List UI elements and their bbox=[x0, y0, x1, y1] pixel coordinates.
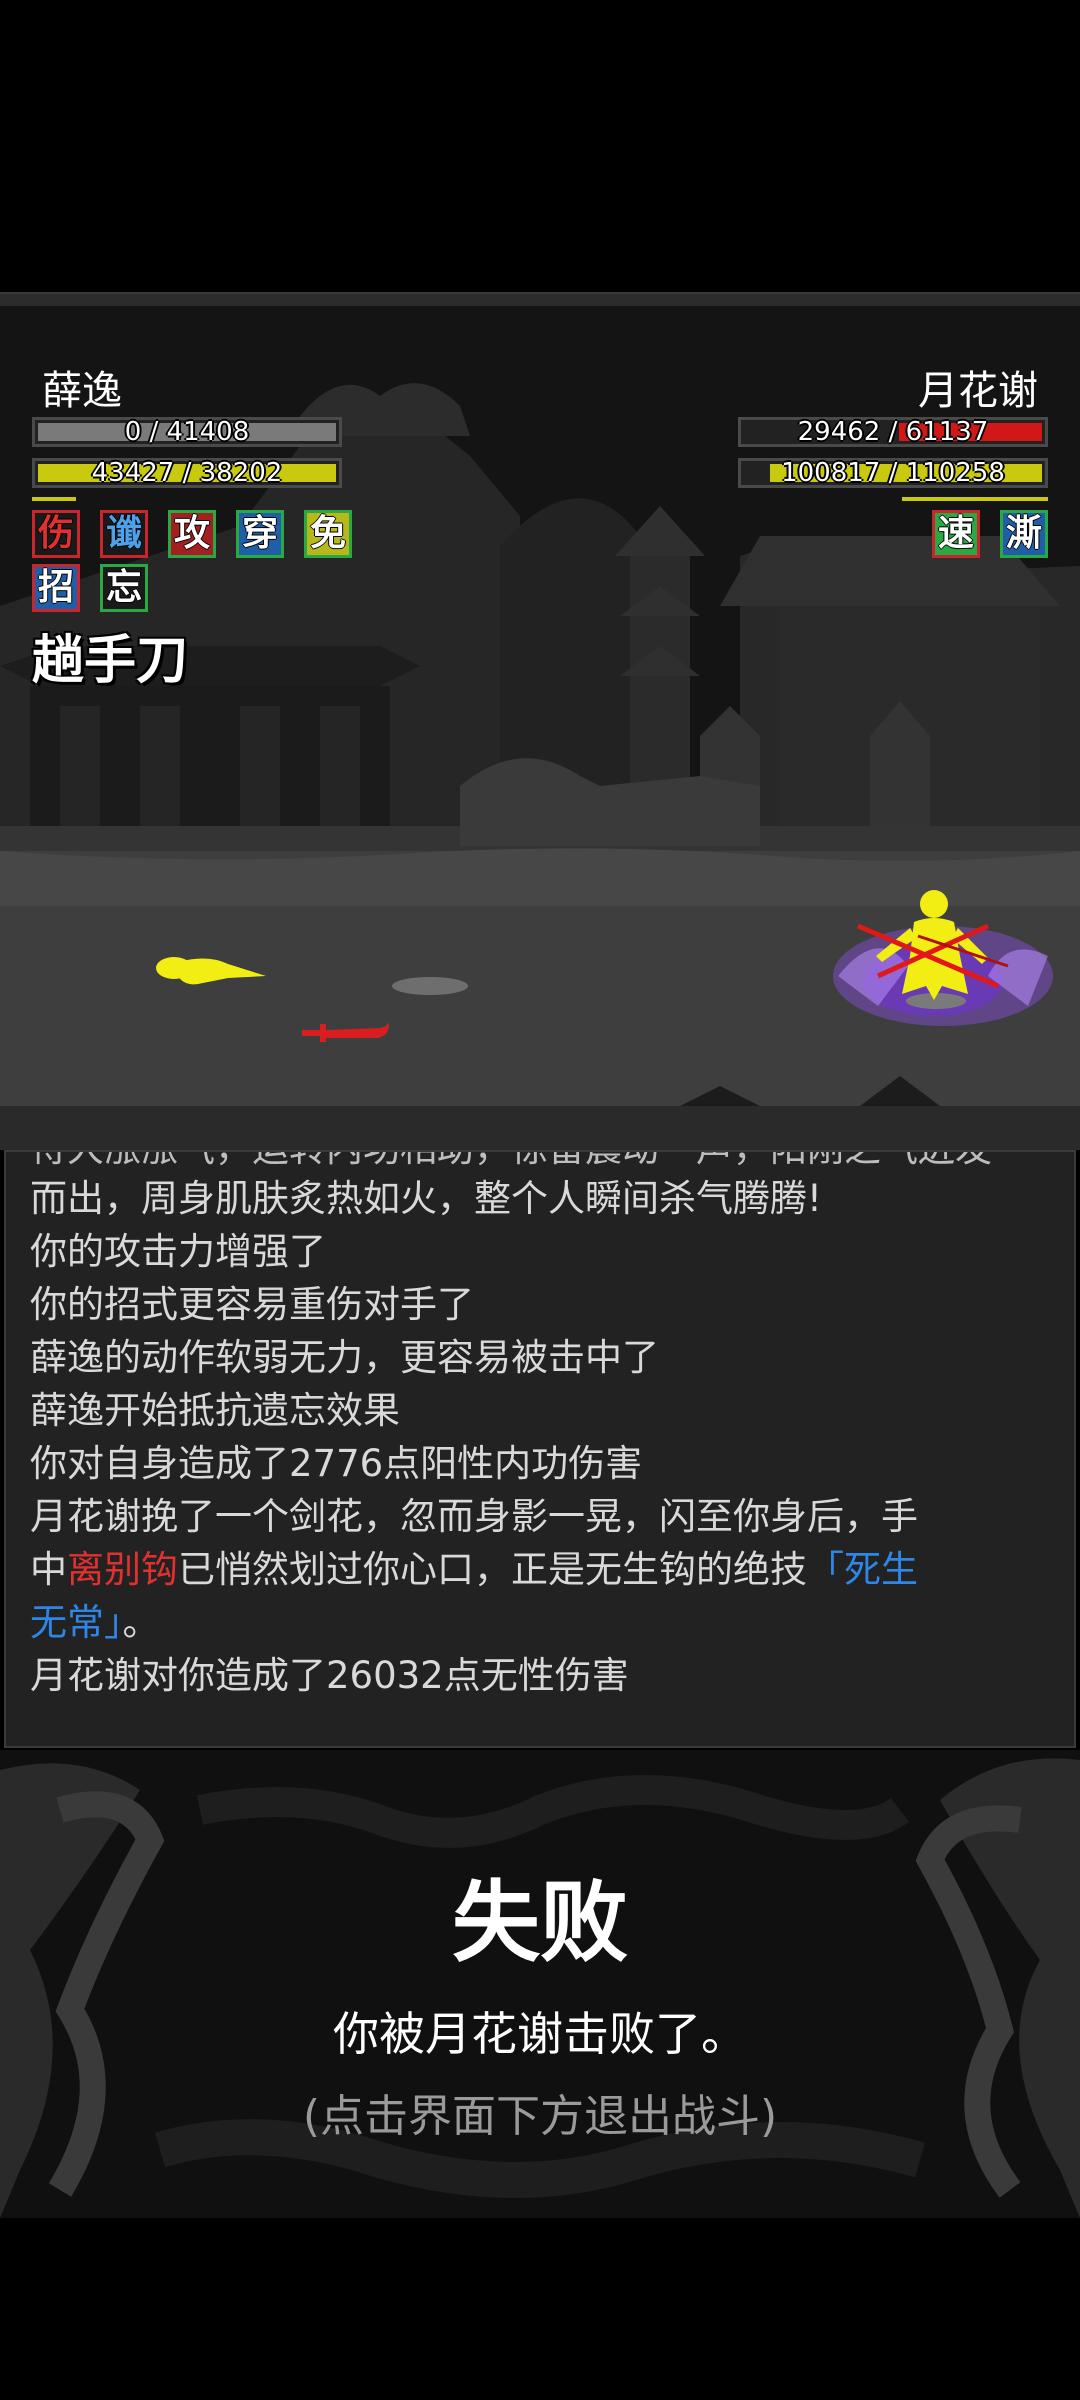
log-text: 已悄然划过你心口，正是无生钩的绝技 bbox=[178, 1548, 807, 1591]
status-tag-speed[interactable]: 速 bbox=[932, 510, 980, 558]
log-line-rich: 中离别钩已悄然划过你心口，正是无生钩的绝技「死生 bbox=[30, 1543, 918, 1596]
log-line: 你的攻击力增强了 bbox=[30, 1230, 326, 1273]
enemy-mp-bar: 100817 / 110258 bbox=[738, 458, 1048, 488]
status-tag-dissipate[interactable]: 澌 bbox=[1000, 510, 1048, 558]
battle-log[interactable]: 待大涨涨气，运转内功相助，惊雷震动一声，阳刚之气迸发 而出，周身肌肤炙热如火，整… bbox=[4, 1150, 1076, 1748]
result-title: 失败 bbox=[451, 1870, 628, 1974]
status-tag-immune[interactable]: 免 bbox=[304, 510, 352, 558]
tag-char: 澌 bbox=[1005, 512, 1042, 554]
enemy-hp-text: 29462 / 61137 bbox=[797, 417, 989, 447]
status-tag-forget[interactable]: 忘 bbox=[100, 564, 148, 612]
result-panel[interactable] bbox=[0, 1750, 1080, 2218]
weapon-name: 离别钩 bbox=[67, 1548, 178, 1591]
tag-char: 穿 bbox=[241, 512, 278, 554]
log-line: 月花谢对你造成了26032点无性伤害 bbox=[30, 1654, 629, 1697]
exit-hint[interactable]: (点击界面下方退出战斗) bbox=[0, 2080, 1080, 2144]
status-tag-move[interactable]: 招 bbox=[32, 564, 80, 612]
tag-char: 速 bbox=[937, 512, 974, 554]
log-line-rich: 无常」。 bbox=[30, 1596, 160, 1649]
enemy-figure bbox=[833, 890, 1053, 1026]
log-line: 薛逸开始抵抗遗忘效果 bbox=[30, 1389, 400, 1432]
log-line: 你的招式更容易重伤对手了 bbox=[30, 1283, 474, 1326]
player-fallen-figure bbox=[156, 957, 266, 985]
player-name: 薛逸 bbox=[42, 368, 122, 414]
result-message: 你被月花谢击败了。 bbox=[333, 2007, 747, 2061]
log-text: 。 bbox=[122, 1601, 160, 1644]
top-divider bbox=[0, 292, 1080, 306]
smoke-background bbox=[0, 1758, 1080, 2218]
skill-name-highlight: 无常」 bbox=[30, 1601, 123, 1644]
enemy-mp-text: 100817 / 110258 bbox=[781, 458, 1005, 488]
tag-char: 伤 bbox=[37, 512, 74, 554]
player-action-gauge bbox=[32, 497, 76, 501]
log-text: 中 bbox=[30, 1548, 67, 1591]
tag-char: 谶 bbox=[105, 512, 142, 554]
status-tag-prophecy[interactable]: 谶 bbox=[100, 510, 148, 558]
log-line: 你对自身造成了2776点阳性内功伤害 bbox=[30, 1442, 643, 1485]
player-mp-text: 43427 / 38202 bbox=[91, 458, 283, 488]
status-tag-injury[interactable]: 伤 bbox=[32, 510, 80, 558]
tag-char: 招 bbox=[37, 566, 74, 608]
dropped-blade-icon bbox=[302, 1020, 389, 1042]
current-skill-name: 趟手刀 bbox=[32, 630, 189, 691]
tag-char: 免 bbox=[309, 512, 346, 554]
skill-name-highlight: 「死生 bbox=[807, 1548, 918, 1591]
log-line: 薛逸的动作软弱无力，更容易被击中了 bbox=[30, 1336, 659, 1379]
log-line: 月花谢挽了一个剑花，忽而身影一晃，闪至你身后，手 bbox=[30, 1495, 918, 1538]
tag-char: 忘 bbox=[105, 566, 142, 608]
player-hp-bar: 0 / 41408 bbox=[32, 417, 342, 447]
status-tag-attack[interactable]: 攻 bbox=[168, 510, 216, 558]
enemy-name: 月花谢 bbox=[918, 368, 1038, 414]
log-line: 而出，周身肌肤炙热如火，整个人瞬间杀气腾腾! bbox=[30, 1177, 822, 1220]
enemy-action-gauge bbox=[902, 497, 1048, 501]
player-mp-bar: 43427 / 38202 bbox=[32, 458, 342, 488]
enemy-hp-bar: 29462 / 61137 bbox=[738, 417, 1048, 447]
tag-char: 攻 bbox=[173, 512, 210, 554]
status-tag-pierce[interactable]: 穿 bbox=[236, 510, 284, 558]
player-hp-text: 0 / 41408 bbox=[124, 417, 250, 447]
